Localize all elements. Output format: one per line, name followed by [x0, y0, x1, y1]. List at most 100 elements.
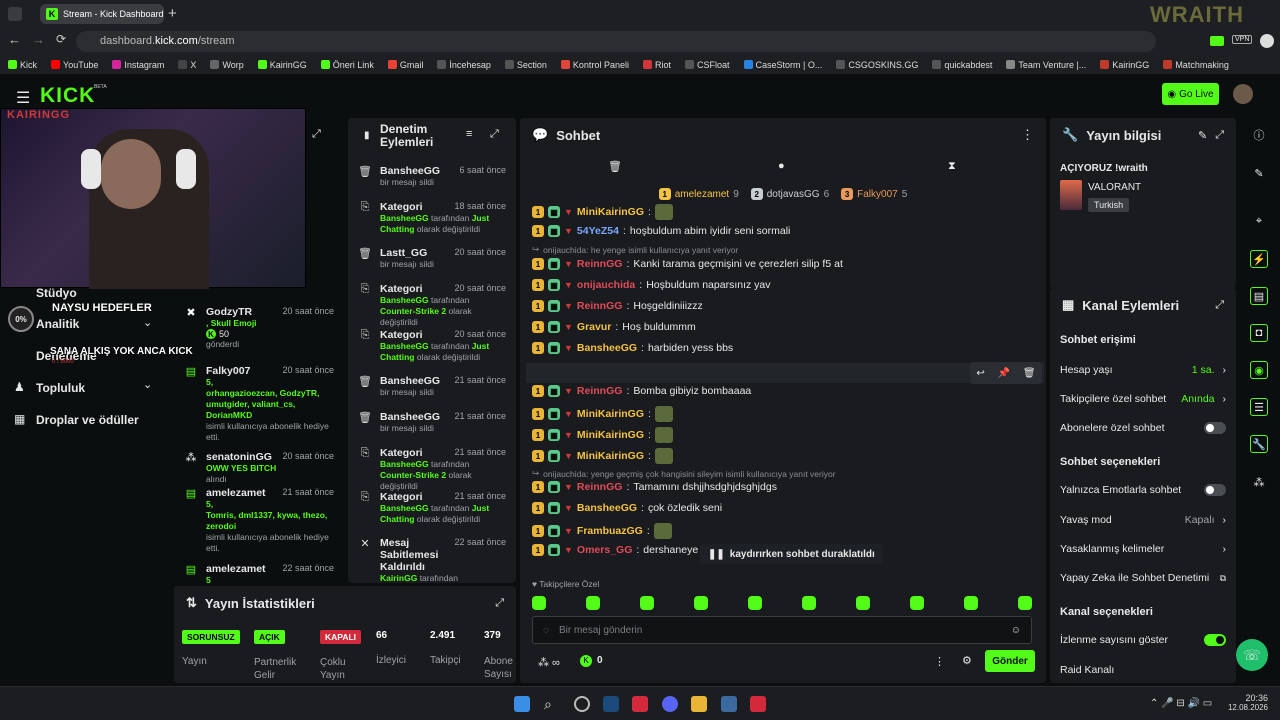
chat-message[interactable]: 1 ▦ ▼ MiniKairinGG: — [532, 427, 673, 443]
extension-icon[interactable] — [1210, 36, 1224, 46]
bookmark-item[interactable]: Section — [504, 60, 547, 70]
bookmark-item[interactable]: Team Venture |... — [1006, 60, 1086, 70]
raid-channel-row[interactable]: Raid Kanalı — [1060, 664, 1226, 676]
expand-icon[interactable]: ⤢ — [312, 128, 321, 141]
top-gifter[interactable]: 1 amelezamet 9 — [658, 184, 739, 204]
expand-icon[interactable]: ⤢ — [1215, 299, 1224, 312]
chat-message[interactable]: 1 ▦ ▼ ReinnGG: Bomba gibiyiz bombaaaa — [532, 385, 751, 397]
emote-icon[interactable] — [964, 596, 978, 610]
browser-tab[interactable]: K Stream - Kick Dashboard — [40, 4, 164, 24]
chat-username[interactable]: ReinnGG — [577, 481, 623, 493]
new-tab-icon[interactable]: + — [168, 5, 177, 22]
tray-icons[interactable]: ⌃ 🎤 ⊟ 🔊 ▭ — [1150, 698, 1212, 709]
show-viewcount-toggle[interactable] — [1204, 634, 1226, 646]
app-icon[interactable] — [721, 696, 737, 712]
moderation-item[interactable]: 🗑 BansheeGG 21 saat önce bir mesajı sildi — [348, 406, 516, 438]
bookmark-item[interactable]: Kick — [8, 60, 37, 70]
info-icon[interactable]: ⓘ — [1250, 126, 1268, 144]
nav-analytics[interactable]: Analitik — [36, 317, 79, 331]
emote-icon[interactable] — [586, 596, 600, 610]
chat-icon[interactable]: ◘ — [1250, 324, 1268, 342]
chat-message[interactable]: 1 ▦ ▼ Gravur: Hoş buldummm — [532, 321, 696, 333]
url-field[interactable]: dashboard.kick.com/stream — [76, 31, 1156, 52]
bookmark-item[interactable]: CSGOSKINS.GG — [836, 60, 918, 70]
activity-item[interactable]: ▤ amelezamet 21 saat önce 5, Tomris, dml1337… — [174, 482, 344, 559]
user-avatar[interactable] — [1233, 84, 1253, 104]
emote-icon[interactable] — [1018, 596, 1032, 610]
chat-username[interactable]: MiniKairinGG — [577, 408, 644, 420]
emote-icon[interactable] — [748, 596, 762, 610]
kick-logo[interactable]: KICK — [40, 84, 95, 108]
pin-icon[interactable]: 📌 — [998, 368, 1010, 379]
vivaldi-icon[interactable] — [632, 696, 648, 712]
bookmark-item[interactable]: KairinGG — [1100, 60, 1149, 70]
edit-icon[interactable]: ✎ — [1198, 129, 1207, 142]
emote-icon[interactable] — [910, 596, 924, 610]
chat-username[interactable]: ReinnGG — [577, 258, 623, 270]
moderation-item[interactable]: 🗑 BansheeGG 21 saat önce bir mesajı sildi — [348, 370, 516, 402]
list-icon[interactable]: ☰ — [1250, 398, 1268, 416]
bookmark-item[interactable]: YouTube — [51, 60, 98, 70]
help-chat-button[interactable]: ☏ — [1236, 639, 1268, 671]
activity-item[interactable]: ▤ amelezamet 22 saat önce 5 — [174, 558, 344, 583]
banned-words-row[interactable]: Yasaklanmış kelimeler › — [1060, 543, 1226, 555]
ai-moderation-row[interactable]: Yapay Zeka ile Sohbet Denetimi ⧉ — [1060, 572, 1226, 584]
chevron-down-icon[interactable]: ⌄ — [143, 378, 152, 391]
wrench-icon[interactable]: 🔧 — [1250, 435, 1268, 453]
settings-gear-icon[interactable]: ⚙ — [962, 654, 972, 667]
bookmark-item[interactable]: Riot — [642, 60, 671, 70]
bookmark-item[interactable]: Matchmaking — [1163, 60, 1229, 70]
chat-username[interactable]: Gravur — [577, 321, 611, 333]
folder-icon[interactable] — [691, 696, 707, 712]
windows-start-icon[interactable] — [514, 696, 530, 712]
bookmark-item[interactable]: İncehesap — [437, 60, 491, 70]
moderation-item[interactable]: ⎘ Kategori 18 saat önce BansheeGG tarafında… — [348, 196, 516, 240]
subscribers-only-toggle[interactable] — [1204, 422, 1226, 434]
emote-only-toggle[interactable] — [1204, 484, 1226, 496]
bookmark-item[interactable]: Instagram — [112, 60, 164, 70]
emote-icon[interactable] — [802, 596, 816, 610]
top-gifter[interactable]: 3 Falky007 5 — [841, 184, 907, 204]
discord-icon[interactable] — [662, 696, 678, 712]
emote-icon[interactable] — [532, 596, 546, 610]
expand-icon[interactable]: ⤢ — [1215, 129, 1224, 142]
nav-studio[interactable]: Stüdyo — [36, 286, 77, 300]
slow-mode-row[interactable]: Yavaş mod Kapalı › — [1060, 514, 1226, 526]
app-icon[interactable] — [574, 696, 590, 712]
more-options-icon[interactable]: ⋮ — [934, 655, 945, 668]
bookmark-item[interactable]: X — [178, 60, 196, 70]
expand-icon[interactable]: ⤢ — [490, 128, 499, 141]
forward-icon[interactable]: → — [32, 32, 45, 47]
emote-icon[interactable] — [694, 596, 708, 610]
chat-message[interactable]: 1 ▦ ▼ 54YeZ54: hoşbuldum abim iyidir seni so… — [532, 225, 790, 237]
app-icon[interactable] — [750, 696, 766, 712]
chat-username[interactable]: ReinnGG — [577, 300, 623, 312]
followers-only-row[interactable]: Takipçilere özel sohbet Anında › — [1060, 393, 1226, 405]
broadcast-icon[interactable]: ◉ — [1250, 361, 1268, 379]
moderation-item[interactable]: 🗑 Lastt_GG 20 saat önce bir mesajı sildi — [348, 242, 516, 274]
chat-message[interactable]: 1 ▦ ▼ MiniKairinGG: — [532, 448, 673, 464]
chevron-down-icon[interactable]: ⌄ — [143, 316, 152, 329]
bookmark-item[interactable]: Gmail — [387, 60, 423, 70]
steam-icon[interactable] — [603, 696, 619, 712]
bookmark-item[interactable]: CaseStorm | O... — [743, 60, 822, 70]
delete-icon[interactable]: 🗑 — [1023, 368, 1036, 379]
trash-icon[interactable]: 🗑 — [608, 160, 622, 173]
chat-message[interactable]: 1 ▦ ▼ BansheeGG: harbiden yess bbs — [532, 342, 733, 354]
back-icon[interactable]: ← — [8, 32, 21, 47]
moderation-item[interactable]: 🗑 BansheeGG 6 saat önce bir mesajı sildi — [348, 160, 516, 192]
chat-paused-banner[interactable]: ❚❚ kaydırırken sohbet duraklatıldı — [700, 544, 883, 564]
target-icon[interactable]: ⌖ — [1250, 212, 1268, 230]
expand-icon[interactable]: ⤢ — [495, 597, 504, 610]
chat-username[interactable]: MiniKairinGG — [577, 450, 644, 462]
chat-message[interactable]: 1 ▦ ▼ ReinnGG: Kanki tarama geçmişini ve çer… — [532, 258, 843, 270]
nav-community[interactable]: Topluluk — [36, 381, 85, 395]
hourglass-icon[interactable]: ⧗ — [948, 160, 956, 173]
chat-username[interactable]: BansheeGG — [577, 502, 637, 514]
chat-message[interactable]: 1 ▦ ▼ MiniKairinGG: — [532, 406, 673, 422]
clipboard-icon[interactable]: ▤ — [1250, 287, 1268, 305]
moderation-item[interactable]: ✕ Mesaj Sabitlemesi Kaldırıldı 22 saat önc… — [348, 532, 516, 583]
emote-icon[interactable] — [640, 596, 654, 610]
chat-username[interactable]: onijauchida — [577, 279, 635, 291]
chat-username[interactable]: FrambuazGG — [577, 525, 643, 537]
